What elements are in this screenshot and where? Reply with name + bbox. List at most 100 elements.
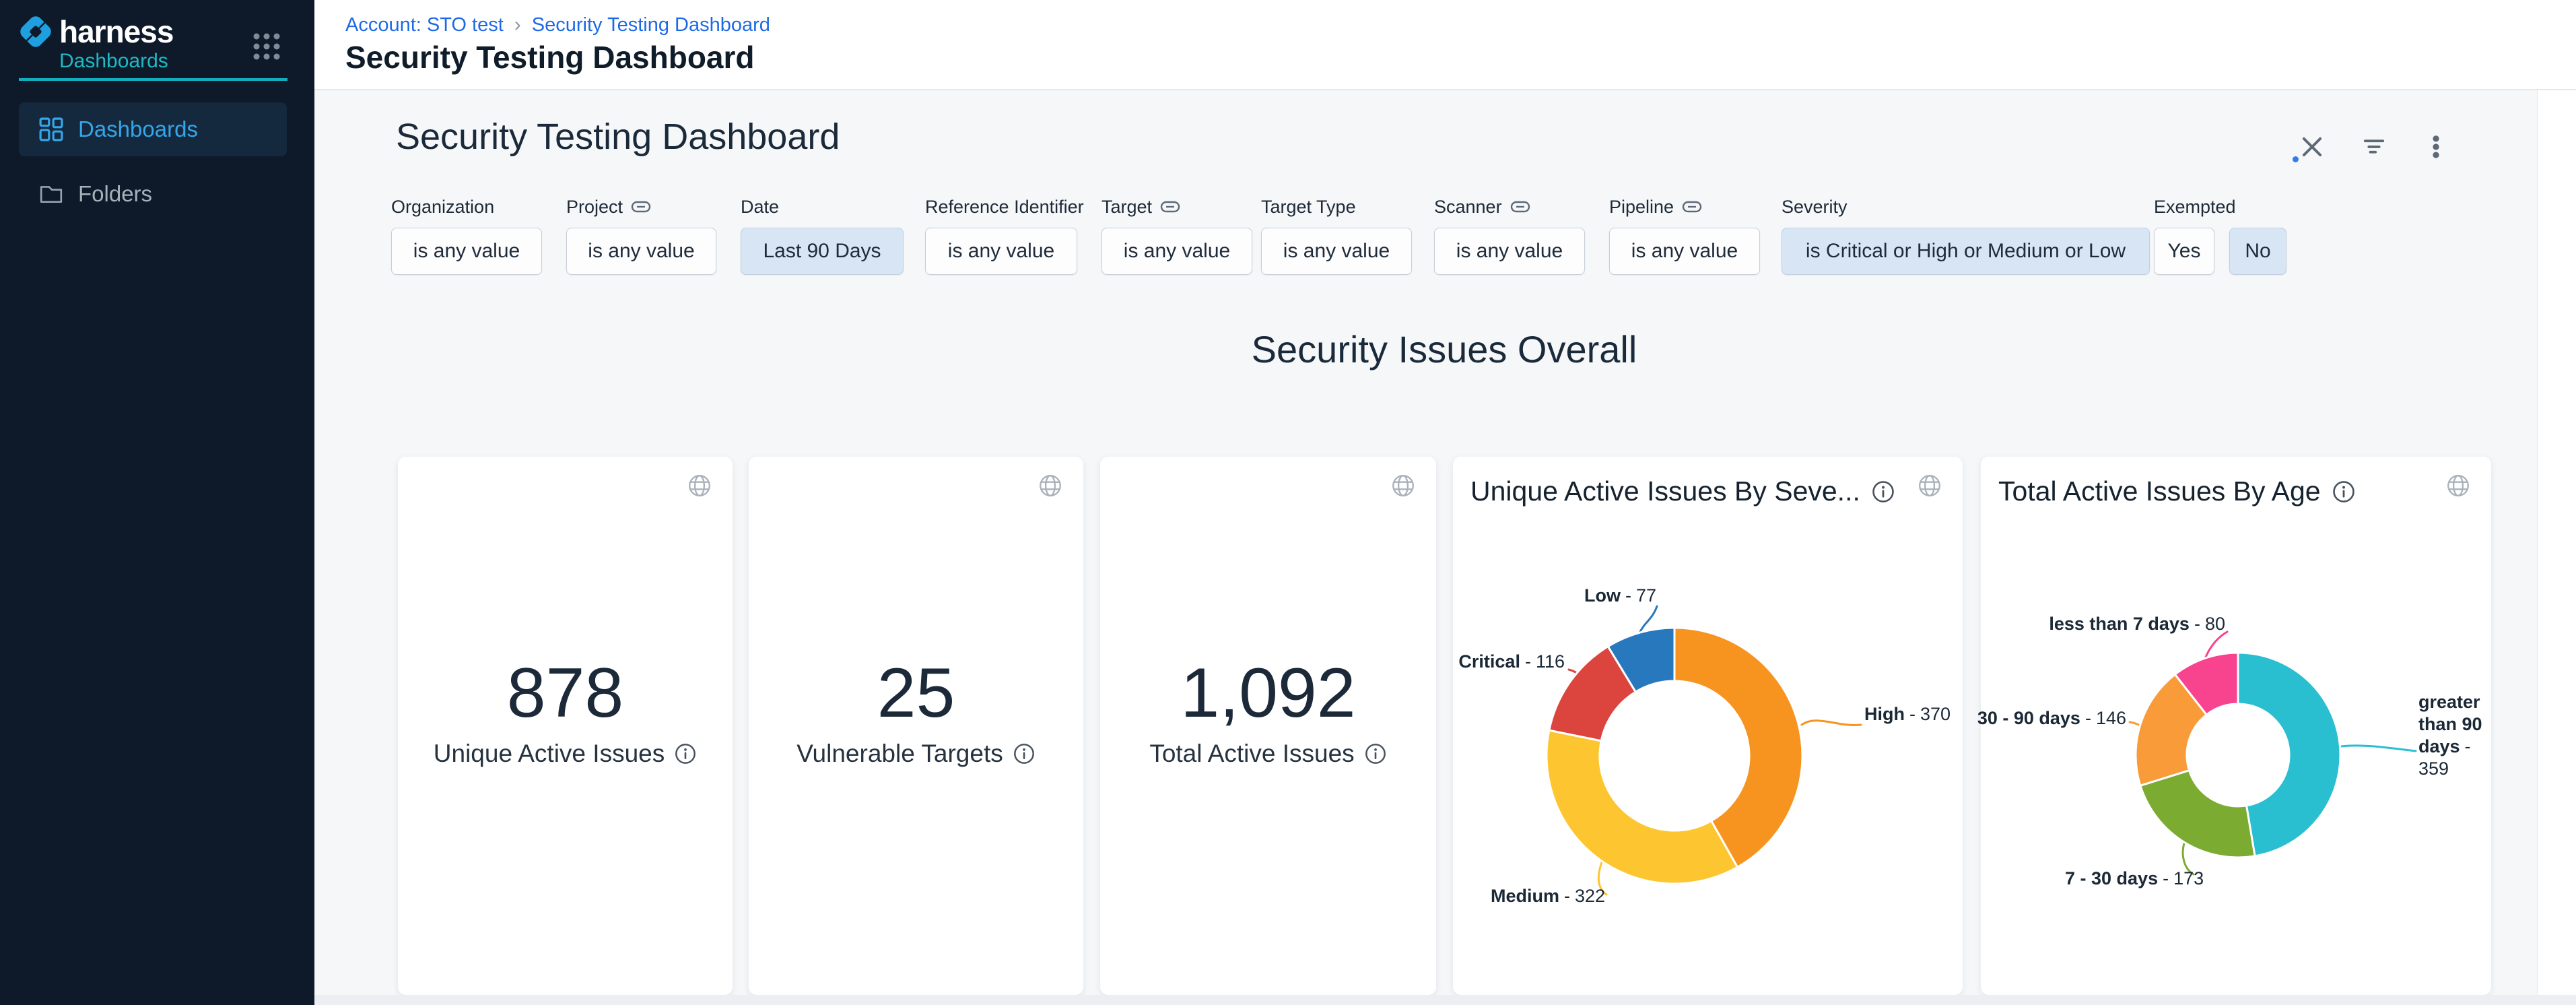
info-icon[interactable] bbox=[1013, 742, 1036, 765]
filter-label: Reference Identifier bbox=[925, 197, 1084, 217]
breadcrumb: Account: STO test › Security Testing Das… bbox=[345, 13, 770, 36]
filter-label: Scanner bbox=[1434, 197, 1585, 217]
donut-slice-greater-than-90-days[interactable] bbox=[2238, 653, 2340, 856]
filter-project: Project is any value bbox=[566, 197, 716, 275]
stat-label: Vulnerable Targets bbox=[749, 740, 1083, 768]
close-icon[interactable] bbox=[2297, 132, 2327, 162]
info-icon[interactable] bbox=[674, 742, 697, 765]
filter-label: Date bbox=[741, 197, 904, 217]
filter-scanner-value[interactable]: is any value bbox=[1434, 228, 1585, 275]
filter-label: Project bbox=[566, 197, 716, 217]
severity-donut-chart[interactable] bbox=[1453, 457, 1963, 995]
donut-label-critical: Critical-116 bbox=[1458, 651, 1565, 673]
info-icon[interactable] bbox=[1871, 480, 1895, 504]
dashboard-canvas: Security Testing Dashboard Organization … bbox=[314, 90, 2576, 1005]
globe-icon[interactable] bbox=[2445, 473, 2471, 498]
filter-label: Target bbox=[1101, 197, 1252, 217]
sidebar-item-label: Folders bbox=[78, 181, 152, 207]
breadcrumb-page-link[interactable]: Security Testing Dashboard bbox=[532, 14, 770, 36]
brand-name: harness bbox=[59, 13, 173, 50]
dashboards-icon bbox=[39, 117, 63, 141]
stat-label: Unique Active Issues bbox=[398, 740, 733, 768]
sidebar-item-label: Dashboards bbox=[78, 117, 198, 142]
callout-line-high bbox=[1802, 721, 1861, 725]
donut-label-high: High-370 bbox=[1864, 703, 1951, 725]
chart-card-total-active-issues-by-age: Total Active Issues By Age less than 7 d… bbox=[1981, 457, 2491, 995]
filter-icon[interactable] bbox=[2359, 132, 2389, 162]
link-icon bbox=[1682, 201, 1702, 213]
filter-organization-value[interactable]: is any value bbox=[391, 228, 542, 275]
module-label: Dashboards bbox=[59, 50, 168, 73]
filter-target-value[interactable]: is any value bbox=[1101, 228, 1252, 275]
donut-label-medium: Medium-322 bbox=[1491, 885, 1605, 907]
filter-organization: Organization is any value bbox=[391, 197, 542, 275]
filter-label: Severity bbox=[1782, 197, 2150, 217]
stat-card-unique-active-issues: 878 Unique Active Issues bbox=[398, 457, 733, 995]
donut-label-less-than-7-days: less than 7 days-80 bbox=[2049, 613, 2225, 635]
sidebar-item-folders[interactable]: Folders bbox=[19, 167, 287, 221]
link-icon bbox=[631, 201, 651, 213]
filter-label: Target Type bbox=[1261, 197, 1412, 217]
stat-value: 878 bbox=[398, 653, 733, 734]
kebab-menu-icon[interactable] bbox=[2421, 132, 2451, 162]
filter-label: Pipeline bbox=[1609, 197, 1760, 217]
filter-reference-identifier: Reference Identifier is any value bbox=[925, 197, 1084, 275]
exempted-no-button[interactable]: No bbox=[2229, 228, 2286, 275]
donut-label-low: Low-77 bbox=[1584, 585, 1656, 607]
sidebar-item-dashboards[interactable]: Dashboards bbox=[19, 102, 287, 156]
donut-label-greater-than-90-days: greater than 90 days-359 bbox=[2418, 691, 2497, 780]
breadcrumb-chevron-icon: › bbox=[514, 13, 521, 36]
stat-value: 25 bbox=[749, 653, 1083, 734]
stat-card-total-active-issues: 1,092 Total Active Issues bbox=[1100, 457, 1436, 995]
top-header: Account: STO test › Security Testing Das… bbox=[314, 0, 2576, 90]
globe-icon[interactable] bbox=[1917, 473, 1942, 498]
breadcrumb-account-link[interactable]: Account: STO test bbox=[345, 14, 504, 36]
folder-icon bbox=[39, 182, 63, 206]
cursor-dot bbox=[2293, 156, 2299, 162]
app-grid-icon[interactable] bbox=[251, 31, 282, 62]
sidebar-divider bbox=[19, 78, 287, 81]
donut-label-30-90-days: 30 - 90 days-146 bbox=[1977, 707, 2126, 730]
chart-title-row: Unique Active Issues By Seve... bbox=[1470, 476, 1899, 507]
harness-logo-icon bbox=[18, 13, 54, 50]
filter-target-type-value[interactable]: is any value bbox=[1261, 228, 1412, 275]
globe-icon[interactable] bbox=[687, 473, 712, 498]
filter-label: Exempted bbox=[2154, 197, 2286, 217]
donut-slice-medium[interactable] bbox=[1547, 730, 1738, 884]
info-icon[interactable] bbox=[1364, 742, 1387, 765]
filter-label: Organization bbox=[391, 197, 542, 217]
dashboard-toolbar bbox=[2297, 132, 2451, 162]
filter-target-type: Target Type is any value bbox=[1261, 197, 1412, 275]
filter-pipeline-value[interactable]: is any value bbox=[1609, 228, 1760, 275]
exempted-yes-button[interactable]: Yes bbox=[2154, 228, 2214, 275]
page-title: Security Testing Dashboard bbox=[345, 39, 755, 75]
harness-logo[interactable]: harness bbox=[18, 13, 173, 50]
donut-slice-7---30-days[interactable] bbox=[2140, 771, 2255, 857]
sidebar: harness Dashboards Dashboards Folders bbox=[0, 0, 314, 1005]
chart-title: Unique Active Issues By Seve... bbox=[1470, 476, 1860, 507]
filter-exempted: Exempted Yes No bbox=[2154, 197, 2286, 275]
globe-icon[interactable] bbox=[1038, 473, 1063, 498]
filter-reference-identifier-value[interactable]: is any value bbox=[925, 228, 1077, 275]
filter-project-value[interactable]: is any value bbox=[566, 228, 716, 275]
chart-title-row: Total Active Issues By Age bbox=[1998, 476, 2427, 507]
dashboard-title: Security Testing Dashboard bbox=[396, 116, 840, 158]
filter-date-value[interactable]: Last 90 Days bbox=[741, 228, 904, 275]
filter-target: Target is any value bbox=[1101, 197, 1252, 275]
chart-title: Total Active Issues By Age bbox=[1998, 476, 2321, 507]
canvas-bottom-strip bbox=[314, 995, 2576, 1005]
info-icon[interactable] bbox=[2332, 480, 2356, 504]
globe-icon[interactable] bbox=[1390, 473, 1416, 498]
filter-severity-value[interactable]: is Critical or High or Medium or Low bbox=[1782, 228, 2150, 275]
scrollbar-track bbox=[2537, 90, 2576, 995]
filter-scanner: Scanner is any value bbox=[1434, 197, 1585, 275]
donut-label-7-30-days: 7 - 30 days-173 bbox=[2065, 868, 2204, 890]
filter-severity: Severity is Critical or High or Medium o… bbox=[1782, 197, 2150, 275]
stat-label: Total Active Issues bbox=[1100, 740, 1436, 768]
stat-card-vulnerable-targets: 25 Vulnerable Targets bbox=[749, 457, 1083, 995]
link-icon bbox=[1510, 201, 1530, 213]
filter-pipeline: Pipeline is any value bbox=[1609, 197, 1760, 275]
stat-value: 1,092 bbox=[1100, 653, 1436, 734]
chart-card-unique-active-issues-by-severity: Unique Active Issues By Seve... Low-77 C… bbox=[1453, 457, 1963, 995]
link-icon bbox=[1160, 201, 1180, 213]
